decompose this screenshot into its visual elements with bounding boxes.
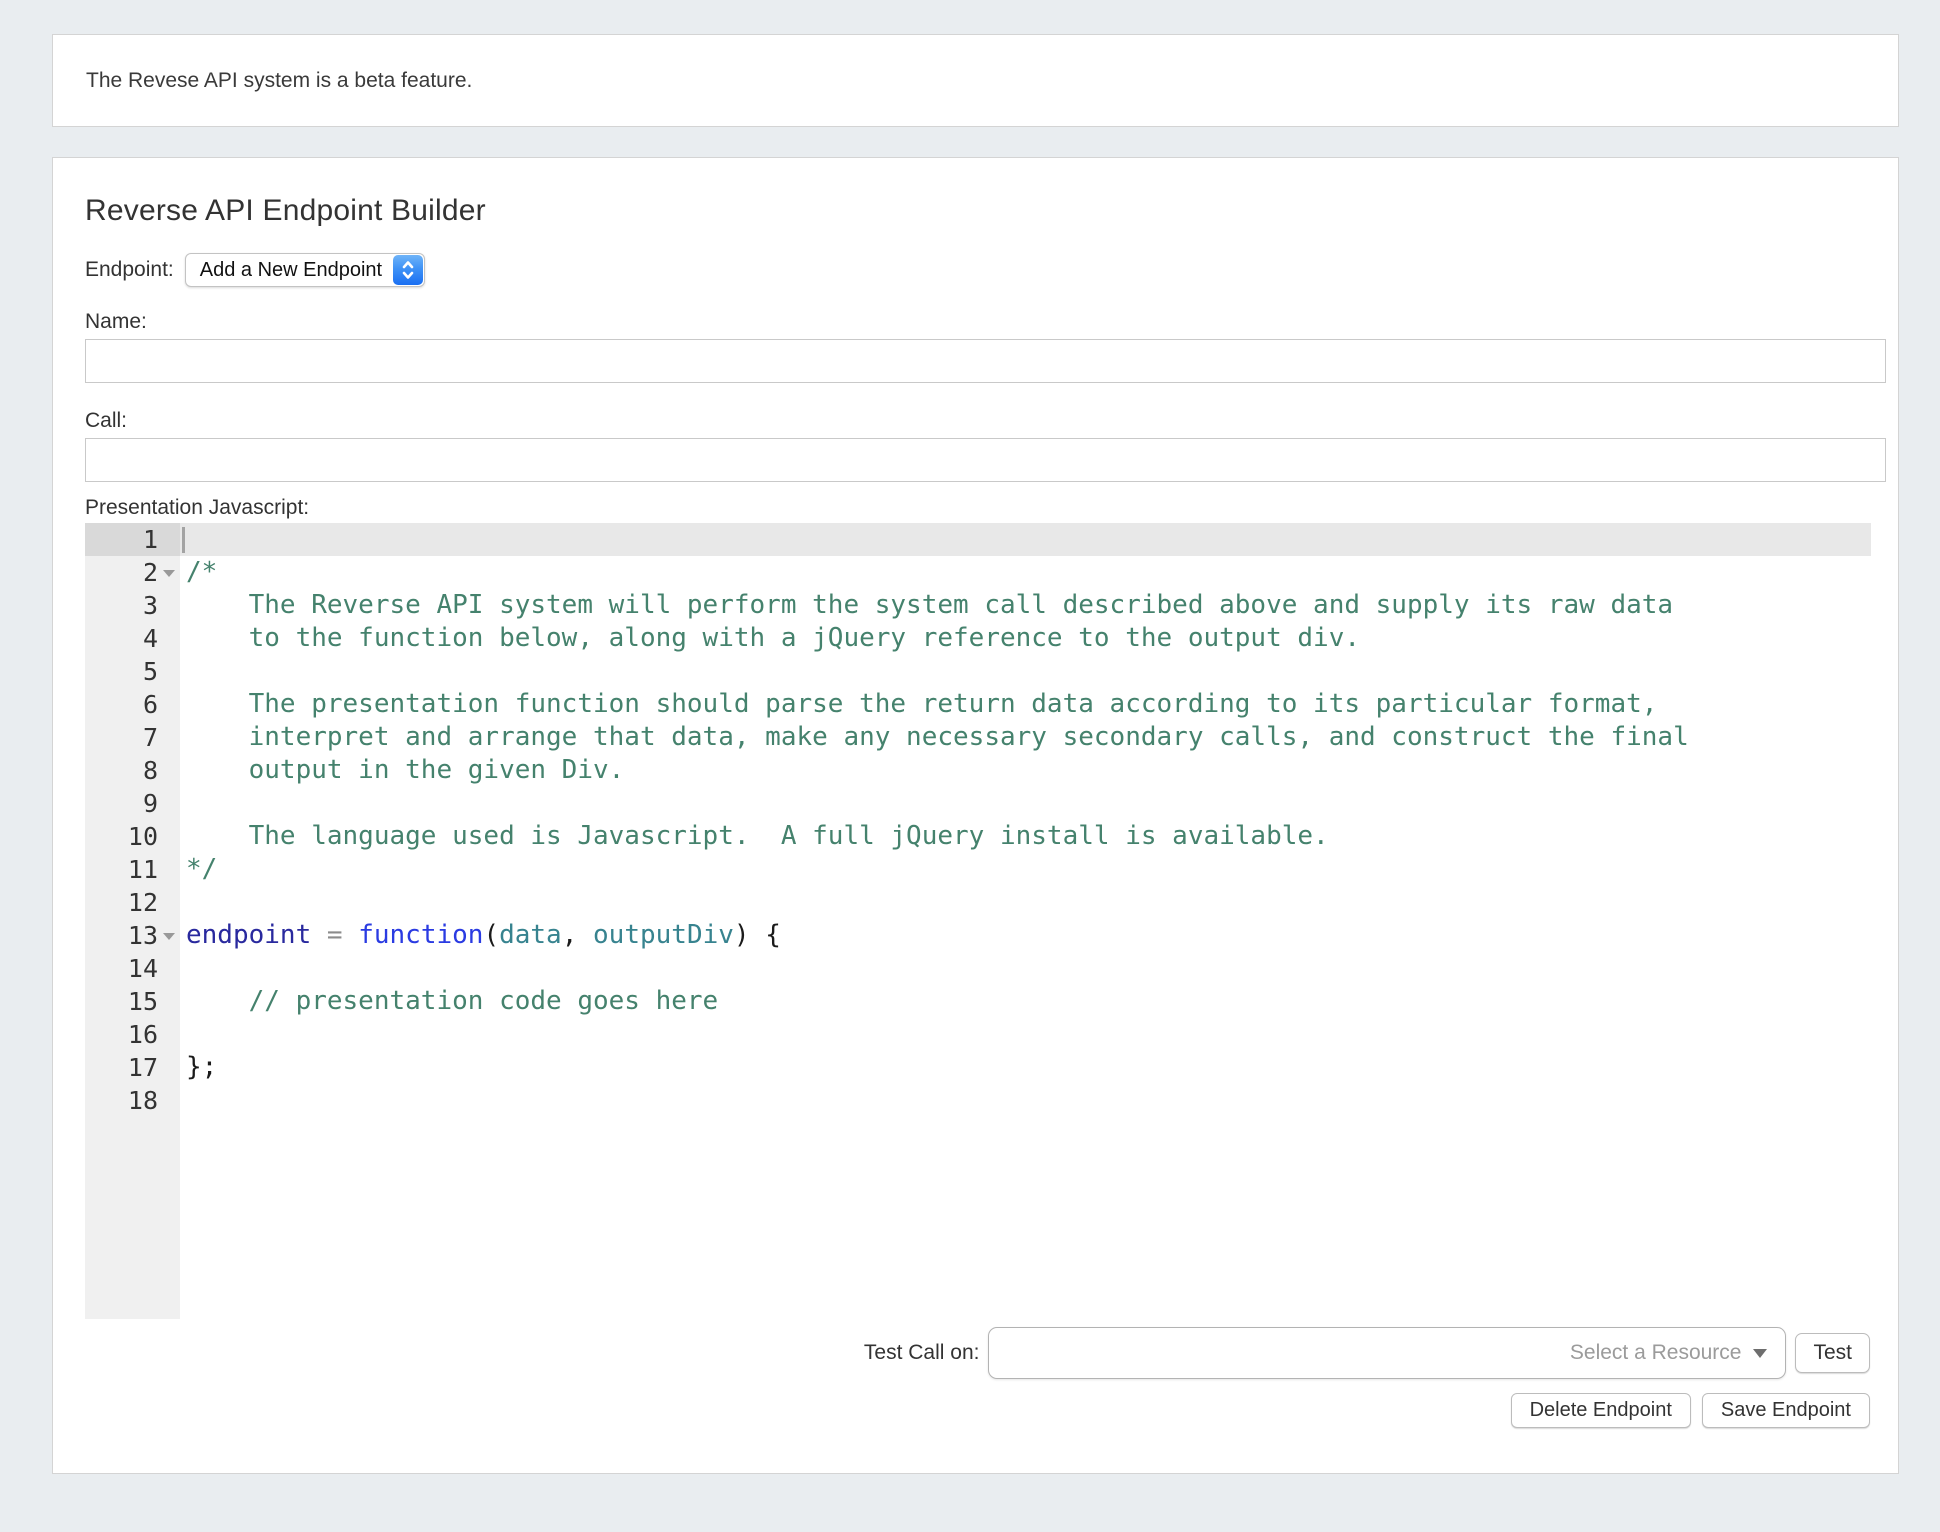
editor-line[interactable]: 16 [85, 1018, 1871, 1051]
editor-line[interactable]: 10 The language used is Javascript. A fu… [85, 820, 1871, 853]
editor-line-number: 7 [85, 721, 180, 754]
editor-line-content: output in the given Div. [180, 754, 1871, 787]
editor-line[interactable]: 14 [85, 952, 1871, 985]
beta-notice-banner: The Revese API system is a beta feature. [52, 34, 1899, 127]
page: The Revese API system is a beta feature.… [0, 34, 1940, 1532]
editor-line-number: 14 [85, 952, 180, 985]
editor-line-content [180, 1084, 1871, 1117]
dropdown-caret-icon [1753, 1349, 1767, 1358]
editor-line-content [180, 655, 1871, 688]
editor-line-content: interpret and arrange that data, make an… [180, 721, 1871, 754]
editor-line-number: 16 [85, 1018, 180, 1051]
editor-line[interactable]: 2/* [85, 556, 1871, 589]
editor-line-number: 4 [85, 622, 180, 655]
select-updown-icon [393, 255, 423, 285]
editor-line-content: /* [180, 556, 1871, 589]
editor-line-content [180, 1018, 1871, 1051]
save-endpoint-button[interactable]: Save Endpoint [1702, 1393, 1870, 1428]
fold-arrow-icon[interactable] [163, 570, 175, 577]
presentation-javascript-label: Presentation Javascript: [85, 496, 1886, 520]
call-input[interactable] [85, 438, 1886, 482]
resource-select[interactable]: Select a Resource [988, 1327, 1786, 1379]
endpoint-select[interactable]: Add a New Endpoint [185, 253, 425, 287]
editor-line-content [180, 787, 1871, 820]
editor-line[interactable]: 12 [85, 886, 1871, 919]
editor-line-number: 8 [85, 754, 180, 787]
editor-line-content [180, 523, 1871, 556]
editor-line-number: 3 [85, 589, 180, 622]
editor-line-number: 15 [85, 985, 180, 1018]
editor-line-number: 17 [85, 1051, 180, 1084]
endpoint-row: Endpoint: Add a New Endpoint [85, 252, 1886, 288]
editor-line-number: 6 [85, 688, 180, 721]
editor-line[interactable]: 15 // presentation code goes here [85, 985, 1871, 1018]
editor-line-content [180, 952, 1871, 985]
editor-line-content: // presentation code goes here [180, 985, 1871, 1018]
editor-line[interactable]: 11*/ [85, 853, 1871, 886]
editor-line[interactable]: 7 interpret and arrange that data, make … [85, 721, 1871, 754]
editor-line[interactable]: 8 output in the given Div. [85, 754, 1871, 787]
editor-line-number: 13 [85, 919, 180, 952]
endpoint-label: Endpoint: [85, 258, 174, 282]
resource-placeholder: Select a Resource [1570, 1341, 1742, 1365]
editor-line-number: 18 [85, 1084, 180, 1117]
editor-line-number: 12 [85, 886, 180, 919]
editor-line-content [180, 886, 1871, 919]
endpoint-actions-row: Delete Endpoint Save Endpoint [85, 1393, 1886, 1429]
editor-line-number: 10 [85, 820, 180, 853]
editor-line[interactable]: 6 The presentation function should parse… [85, 688, 1871, 721]
editor-lines: 12/*3 The Reverse API system will perfor… [85, 523, 1871, 1117]
name-input[interactable] [85, 339, 1886, 383]
editor-line-content: The Reverse API system will perform the … [180, 589, 1871, 622]
editor-line-content: The language used is Javascript. A full … [180, 820, 1871, 853]
editor-line-content: The presentation function should parse t… [180, 688, 1871, 721]
editor-line[interactable]: 5 [85, 655, 1871, 688]
editor-line-number: 11 [85, 853, 180, 886]
editor-line-number: 2 [85, 556, 180, 589]
test-call-label: Test Call on: [864, 1341, 980, 1365]
call-label: Call: [85, 409, 1886, 433]
editor-line[interactable]: 9 [85, 787, 1871, 820]
editor-line[interactable]: 1 [85, 523, 1871, 556]
editor-line-content: */ [180, 853, 1871, 886]
endpoint-select-value: Add a New Endpoint [200, 259, 382, 282]
beta-notice-text: The Revese API system is a beta feature. [86, 69, 472, 93]
text-cursor [182, 527, 185, 553]
editor-line[interactable]: 18 [85, 1084, 1871, 1117]
editor-line-number: 9 [85, 787, 180, 820]
test-call-row: Test Call on: Select a Resource Test [85, 1327, 1886, 1379]
editor-line-content: to the function below, along with a jQue… [180, 622, 1871, 655]
test-button[interactable]: Test [1795, 1333, 1870, 1373]
fold-arrow-icon[interactable] [163, 933, 175, 940]
editor-line[interactable]: 3 The Reverse API system will perform th… [85, 589, 1871, 622]
editor-line[interactable]: 4 to the function below, along with a jQ… [85, 622, 1871, 655]
editor-line-content: endpoint = function(data, outputDiv) { [180, 919, 1871, 952]
code-editor[interactable]: 12/*3 The Reverse API system will perfor… [85, 523, 1871, 1319]
delete-endpoint-button[interactable]: Delete Endpoint [1511, 1393, 1691, 1428]
editor-line[interactable]: 17}; [85, 1051, 1871, 1084]
page-title: Reverse API Endpoint Builder [85, 194, 1886, 228]
name-label: Name: [85, 310, 1886, 334]
editor-line-number: 1 [85, 523, 180, 556]
editor-line[interactable]: 13endpoint = function(data, outputDiv) { [85, 919, 1871, 952]
editor-line-number: 5 [85, 655, 180, 688]
endpoint-builder-panel: Reverse API Endpoint Builder Endpoint: A… [52, 157, 1899, 1474]
editor-line-content: }; [180, 1051, 1871, 1084]
